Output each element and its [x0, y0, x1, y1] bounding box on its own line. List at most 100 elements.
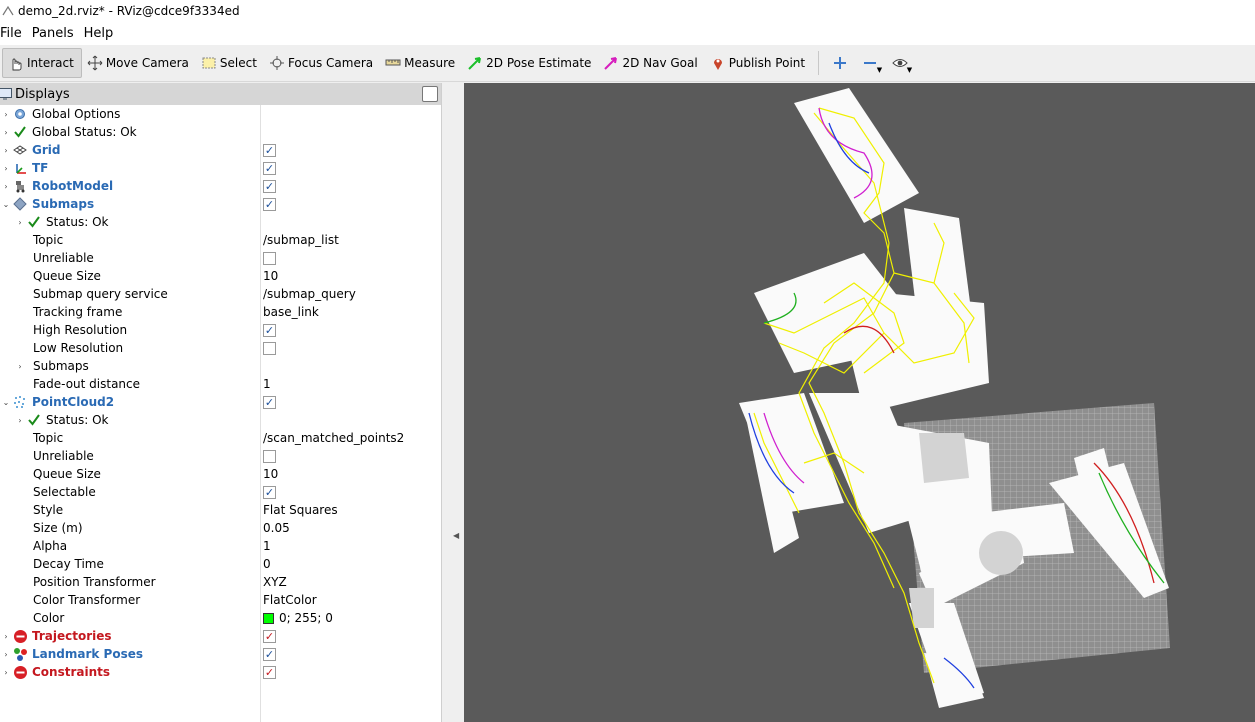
property-value[interactable]: /scan_matched_points2: [263, 431, 404, 445]
global-options-row[interactable]: › Global Options: [0, 105, 441, 123]
property-row[interactable]: Size (m) 0.05: [0, 519, 441, 537]
property-name: Low Resolution: [33, 341, 124, 355]
property-row[interactable]: Topic/scan_matched_points2: [0, 429, 441, 447]
property-row[interactable]: Alpha 1: [0, 537, 441, 555]
property-value[interactable]: 10: [263, 467, 278, 481]
nav-goal-tool-button[interactable]: 2D Nav Goal: [598, 48, 704, 78]
pose-estimate-tool-button[interactable]: 2D Pose Estimate: [462, 48, 598, 78]
submaps-status-row[interactable]: › Status: Ok: [0, 213, 441, 231]
property-row[interactable]: Decay Time 0: [0, 555, 441, 573]
low-resolution-checkbox[interactable]: [263, 341, 276, 355]
constraints-enabled-checkbox[interactable]: [263, 665, 276, 679]
grid-display-row[interactable]: › Grid: [0, 141, 441, 159]
menu-help[interactable]: Help: [84, 26, 118, 41]
submaps-display-row[interactable]: ⌄ Submaps: [0, 195, 441, 213]
pointcloud2-status-row[interactable]: › Status: Ok: [0, 411, 441, 429]
property-row[interactable]: Tracking frame base_link: [0, 303, 441, 321]
property-row[interactable]: Low Resolution: [0, 339, 441, 357]
focus-camera-tool-button[interactable]: Focus Camera: [264, 48, 380, 78]
property-row[interactable]: Style Flat Squares: [0, 501, 441, 519]
menu-file[interactable]: File: [0, 26, 26, 41]
property-row[interactable]: Position Transformer XYZ: [0, 573, 441, 591]
property-value[interactable]: 0: [263, 557, 271, 571]
publish-point-tool-button[interactable]: Publish Point: [705, 48, 812, 78]
collapsed-arrow-icon[interactable]: ›: [0, 650, 12, 659]
remove-tool-button[interactable]: ▼: [855, 48, 885, 78]
menu-panels[interactable]: Panels: [32, 26, 78, 41]
collapsed-arrow-icon[interactable]: ›: [0, 632, 12, 641]
collapsed-arrow-icon[interactable]: ›: [0, 164, 12, 173]
title-bar: demo_2d.rviz* - RViz@cdce9f3334ed: [0, 0, 1255, 22]
property-value[interactable]: /submap_query: [263, 287, 356, 301]
interact-tool-button[interactable]: Interact: [2, 48, 82, 78]
robotmodel-enabled-checkbox[interactable]: [263, 179, 276, 193]
property-name: Unreliable: [33, 449, 94, 463]
property-value[interactable]: 1: [263, 377, 271, 391]
landmark-poses-enabled-checkbox[interactable]: [263, 647, 276, 661]
property-value[interactable]: base_link: [263, 305, 319, 319]
constraints-display-label: Constraints: [32, 665, 111, 679]
error-icon: [12, 628, 28, 644]
property-value[interactable]: Flat Squares: [263, 503, 338, 517]
property-value[interactable]: 1: [263, 539, 271, 553]
robotmodel-display-label: RobotModel: [32, 179, 114, 193]
grid-enabled-checkbox[interactable]: [263, 143, 276, 157]
collapsed-arrow-icon[interactable]: ›: [0, 128, 12, 137]
unreliable-checkbox[interactable]: [263, 449, 276, 463]
property-row[interactable]: Selectable: [0, 483, 441, 501]
tool-visibility-button[interactable]: ▼: [885, 48, 915, 78]
property-row[interactable]: Unreliable: [0, 249, 441, 267]
property-value[interactable]: FlatColor: [263, 593, 317, 607]
collapsed-arrow-icon[interactable]: ›: [14, 416, 26, 425]
tf-display-row[interactable]: › TF: [0, 159, 441, 177]
property-name: Topic: [33, 233, 64, 247]
selectable-checkbox[interactable]: [263, 485, 276, 499]
property-row[interactable]: Fade-out distance 1: [0, 375, 441, 393]
tf-enabled-checkbox[interactable]: [263, 161, 276, 175]
check-icon: [12, 124, 28, 140]
collapsed-arrow-icon[interactable]: ›: [0, 668, 12, 677]
pointcloud2-enabled-checkbox[interactable]: [263, 395, 276, 409]
measure-tool-button[interactable]: Measure: [380, 48, 462, 78]
3d-viewport[interactable]: [464, 83, 1255, 722]
collapsed-arrow-icon[interactable]: ›: [14, 362, 26, 371]
add-tool-button[interactable]: [825, 48, 855, 78]
property-row[interactable]: High Resolution: [0, 321, 441, 339]
property-value[interactable]: 0.05: [263, 521, 290, 535]
property-row[interactable]: Topic/submap_list: [0, 231, 441, 249]
high-resolution-checkbox[interactable]: [263, 323, 276, 337]
expanded-arrow-icon[interactable]: ⌄: [0, 200, 12, 209]
collapsed-arrow-icon[interactable]: ›: [0, 146, 12, 155]
global-status-row[interactable]: › Global Status: Ok: [0, 123, 441, 141]
constraints-display-row[interactable]: › Constraints: [0, 663, 441, 681]
property-row[interactable]: Color Transformer FlatColor: [0, 591, 441, 609]
property-value[interactable]: 0; 255; 0: [279, 611, 333, 625]
collapsed-arrow-icon[interactable]: ›: [0, 182, 12, 191]
map-pin-icon: [713, 59, 722, 70]
property-value[interactable]: 10: [263, 269, 278, 283]
landmark-poses-display-row[interactable]: › Landmark Poses: [0, 645, 441, 663]
property-value[interactable]: XYZ: [263, 575, 287, 589]
property-row[interactable]: Unreliable: [0, 447, 441, 465]
undock-panel-button[interactable]: [422, 86, 438, 102]
trajectories-enabled-checkbox[interactable]: [263, 629, 276, 643]
unreliable-checkbox[interactable]: [263, 251, 276, 265]
property-row[interactable]: Queue Size 10: [0, 267, 441, 285]
collapse-left-arrow-icon[interactable]: ◀: [453, 531, 459, 540]
collapsed-arrow-icon[interactable]: ›: [0, 110, 12, 119]
property-row[interactable]: Submap query service/submap_query: [0, 285, 441, 303]
move-camera-tool-button[interactable]: Move Camera: [82, 48, 196, 78]
expanded-arrow-icon[interactable]: ⌄: [0, 398, 12, 407]
select-tool-button[interactable]: Select: [196, 48, 264, 78]
property-row[interactable]: Color 0; 255; 0: [0, 609, 441, 627]
robotmodel-display-row[interactable]: › RobotModel: [0, 177, 441, 195]
property-value[interactable]: /submap_list: [263, 233, 339, 247]
color-swatch[interactable]: [263, 612, 274, 624]
submaps-enabled-checkbox[interactable]: [263, 197, 276, 211]
collapsed-arrow-icon[interactable]: ›: [14, 218, 26, 227]
panel-splitter[interactable]: ◀: [442, 83, 464, 722]
submaps-list-row[interactable]: › Submaps: [0, 357, 441, 375]
trajectories-display-row[interactable]: › Trajectories: [0, 627, 441, 645]
pointcloud2-display-row[interactable]: ⌄ PointCloud2: [0, 393, 441, 411]
property-row[interactable]: Queue Size 10: [0, 465, 441, 483]
